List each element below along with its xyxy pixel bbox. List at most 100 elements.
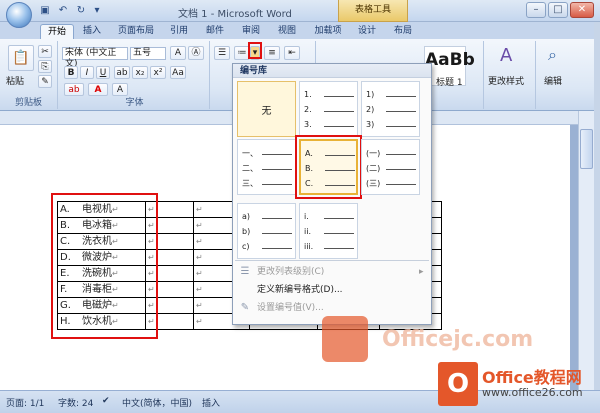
superscript-icon[interactable]: x² (150, 66, 166, 79)
decrease-indent-icon[interactable]: ⇤ (284, 46, 300, 60)
status-language[interactable]: 中文(简体，中国) (122, 396, 192, 409)
cell-end-mark: ↵ (196, 268, 203, 278)
paste-icon[interactable]: 📋 (8, 45, 34, 71)
format-line (386, 154, 416, 155)
status-page[interactable]: 页面: 1/1 (6, 396, 44, 409)
subscript-icon[interactable]: x₂ (132, 66, 148, 79)
format-number: 2. (304, 105, 312, 114)
change-styles-icon[interactable]: A (500, 45, 512, 66)
bold-button[interactable]: B (64, 66, 78, 79)
set-value-icon: ✎ (240, 302, 250, 313)
title-bar: ▣ ↶ ↻ ▾ 文档 1 - Microsoft Word 表格工具 – □ ✕ (0, 0, 600, 22)
save-icon[interactable]: ▣ (38, 4, 52, 17)
menu-separator (235, 260, 429, 261)
clipboard-label: 剪贴板 (14, 98, 42, 108)
underline-button[interactable]: U (96, 66, 110, 79)
change-case-icon[interactable]: Aa (170, 66, 186, 79)
brand-name: Office教程网 (482, 368, 582, 387)
tab-design[interactable]: 设计 (352, 24, 382, 39)
tab-references[interactable]: 引用 (164, 24, 194, 39)
grow-font-icon[interactable]: A (170, 46, 186, 60)
font-name-combo[interactable]: 宋体 (中文正文) (62, 47, 128, 69)
format-number: a) (242, 212, 251, 221)
format-number: 2) (366, 105, 375, 114)
tab-insert[interactable]: 插入 (78, 24, 106, 39)
tab-addins[interactable]: 加载项 (308, 24, 348, 39)
font-size-combo[interactable]: 五号 (130, 47, 166, 60)
numbering-library-dropdown: 编号库 无 1. 2. 3. 1) 2) 3) 一、 二、 三、 A. B. C. (一) (二) (三) a… (232, 63, 432, 325)
format-line (386, 96, 416, 97)
numbering-format-option[interactable]: (一) (二) (三) (361, 139, 420, 195)
format-line (325, 155, 355, 156)
editing-group: ⌕ 编辑 (538, 41, 578, 109)
format-painter-icon[interactable]: ✎ (38, 75, 52, 88)
numbering-library-title: 编号库 (233, 64, 431, 78)
format-number: (一) (366, 149, 381, 158)
format-line (325, 185, 355, 186)
numbering-format-option[interactable]: A. B. C. (295, 135, 362, 199)
cell-end-mark: ↵ (196, 220, 203, 230)
status-mode[interactable]: 插入 (202, 396, 220, 409)
numbering-format-option[interactable]: a) b) c) (237, 203, 296, 259)
ribbon-tabs: 开始 插入 页面布局 引用 邮件 审阅 视图 加载项 设计 布局 (0, 22, 600, 39)
paste-button[interactable]: 粘贴 (6, 74, 24, 87)
close-button[interactable]: ✕ (570, 2, 594, 18)
format-line (262, 248, 292, 249)
numbering-format-option[interactable]: 1. 2. 3. (299, 81, 358, 137)
format-line (262, 233, 292, 234)
italic-button[interactable]: I (80, 66, 94, 79)
copy-icon[interactable]: ⎘ (38, 60, 52, 73)
cell-end-mark: ↵ (196, 316, 203, 326)
proofing-icon[interactable]: ✔ (102, 396, 110, 406)
tab-home[interactable]: 开始 (40, 24, 74, 39)
office-button[interactable] (6, 2, 32, 28)
strikethrough-icon[interactable]: ab (114, 66, 130, 79)
clear-format-icon[interactable]: Ⓐ (188, 46, 204, 60)
format-line (324, 248, 354, 249)
vertical-scrollbar[interactable] (578, 111, 594, 390)
numbering-format-option[interactable]: i. ii. iii. (299, 203, 358, 259)
numbering-format-option[interactable]: 一、 二、 三、 (237, 139, 296, 195)
tab-mailings[interactable]: 邮件 (200, 24, 230, 39)
font-group: 宋体 (中文正文) 五号 A Ⓐ B I U ab x₂ x² Aa ab A … (60, 41, 210, 109)
format-number: C. (305, 179, 314, 188)
undo-icon[interactable]: ↶ (56, 4, 70, 17)
change-styles-button[interactable]: 更改样式 (488, 74, 524, 87)
watermark-text: Officejc.com (382, 327, 534, 352)
format-line (386, 184, 416, 185)
multilevel-list-icon[interactable]: ≡ (264, 46, 280, 60)
binoculars-icon[interactable]: ⌕ (548, 45, 557, 65)
window-title: 文档 1 - Microsoft Word (178, 9, 292, 20)
format-number: iii. (304, 242, 314, 251)
format-line (262, 184, 292, 185)
format-line (386, 111, 416, 112)
cut-icon[interactable]: ✂ (38, 45, 52, 58)
format-line (324, 111, 354, 112)
numbering-none-option[interactable]: 无 (237, 81, 296, 137)
qat-more-icon[interactable]: ▾ (90, 4, 104, 17)
tab-layout[interactable]: 布局 (388, 24, 418, 39)
minimize-button[interactable]: – (526, 2, 546, 18)
format-number: c) (242, 242, 250, 251)
define-new-format-item[interactable]: 定义新编号格式(D)... (233, 281, 431, 299)
scroll-thumb[interactable] (580, 129, 593, 169)
maximize-button[interactable]: □ (548, 2, 568, 18)
editing-button[interactable]: 编辑 (544, 74, 562, 87)
format-line (325, 170, 355, 171)
watermark-logo (322, 316, 368, 362)
define-new-format-label: 定义新编号格式(D)... (257, 285, 343, 295)
tab-view[interactable]: 视图 (272, 24, 302, 39)
bullets-icon[interactable]: ☰ (214, 46, 230, 60)
format-line (262, 154, 292, 155)
tab-page-layout[interactable]: 页面布局 (112, 24, 160, 39)
redo-icon[interactable]: ↻ (74, 4, 88, 17)
format-line (386, 169, 416, 170)
change-styles-group: A 更改样式 (486, 41, 536, 109)
format-number: (二) (366, 164, 381, 173)
brand-badge: O Office教程网 www.office26.com (438, 362, 590, 406)
tab-review[interactable]: 审阅 (236, 24, 266, 39)
format-number: 二、 (242, 164, 258, 173)
status-words[interactable]: 字数: 24 (58, 396, 93, 409)
numbering-format-option[interactable]: 1) 2) 3) (361, 81, 420, 137)
format-number: ii. (304, 227, 311, 236)
